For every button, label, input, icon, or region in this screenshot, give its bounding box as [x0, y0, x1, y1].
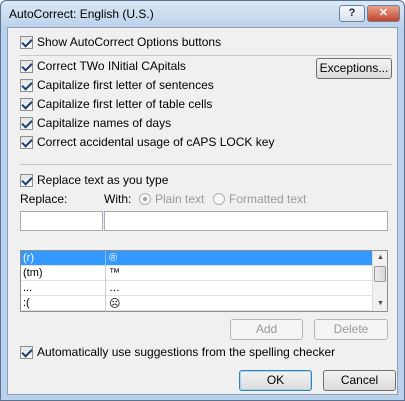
- entry-replace: ...: [23, 282, 33, 294]
- dialog-title: AutoCorrect: English (U.S.): [9, 7, 154, 21]
- formatted-text-radio[interactable]: [213, 193, 225, 205]
- checkbox-label: Capitalize names of days: [37, 116, 172, 130]
- plain-text-radio[interactable]: [139, 193, 151, 205]
- list-item[interactable]: ... …: [21, 281, 372, 296]
- column-divider: [105, 251, 106, 266]
- entry-with: …: [109, 282, 120, 294]
- with-input[interactable]: [104, 211, 388, 231]
- entry-replace: :(: [23, 297, 30, 309]
- cancel-button[interactable]: Cancel: [323, 370, 396, 391]
- formatted-text-label: Formatted text: [229, 192, 307, 206]
- checkbox-checked-icon[interactable]: [20, 97, 33, 111]
- autocorrect-entries-list[interactable]: (r) ® (tm) ™ ... … :( ☹ ▲ ▼: [20, 250, 388, 312]
- replace-label: Replace:: [20, 192, 68, 206]
- column-divider: [105, 266, 106, 281]
- checkbox-checked-icon[interactable]: [20, 135, 33, 149]
- entry-replace: (tm): [23, 267, 43, 279]
- exceptions-button[interactable]: Exceptions...: [316, 58, 392, 79]
- checkbox-checked-icon[interactable]: [20, 345, 33, 359]
- separator: [20, 55, 392, 56]
- delete-button[interactable]: Delete: [314, 319, 388, 340]
- checkbox-label: Correct accidental usage of cAPS LOCK ke…: [37, 135, 275, 149]
- list-item[interactable]: (tm) ™: [21, 266, 372, 281]
- checkbox-label: Show AutoCorrect Options buttons: [37, 35, 222, 49]
- checkbox-checked-icon[interactable]: [20, 35, 33, 49]
- entry-with: ®: [109, 252, 118, 264]
- autocorrect-dialog: AutoCorrect: English (U.S.) ? ✕ Show Aut…: [0, 0, 405, 401]
- entry-with: ™: [109, 267, 120, 279]
- column-divider: [105, 296, 106, 311]
- entry-with: ☹: [109, 298, 121, 310]
- replace-input[interactable]: [20, 211, 103, 231]
- checkbox-checked-icon[interactable]: [20, 59, 33, 73]
- checkbox-checked-icon[interactable]: [20, 78, 33, 92]
- spelling-suggestions-checkbox[interactable]: Automatically use suggestions from the s…: [20, 344, 335, 360]
- checkbox-checked-icon[interactable]: [20, 173, 33, 187]
- list-item[interactable]: :( ☹: [21, 296, 372, 311]
- separator: [20, 164, 392, 165]
- with-label: With:: [104, 192, 132, 206]
- checkbox-label: Replace text as you type: [37, 173, 169, 187]
- title-bar[interactable]: AutoCorrect: English (U.S.) ? ✕: [1, 1, 404, 27]
- checkbox-checked-icon[interactable]: [20, 116, 33, 130]
- column-divider: [105, 281, 106, 296]
- show-autocorrect-options-checkbox[interactable]: Show AutoCorrect Options buttons: [20, 34, 221, 50]
- checkbox-label: Automatically use suggestions from the s…: [37, 345, 336, 359]
- close-button[interactable]: ✕: [367, 5, 400, 22]
- entry-replace: (r): [23, 252, 34, 264]
- capitalize-sentences-checkbox[interactable]: Capitalize first letter of sentences: [20, 77, 214, 93]
- checkbox-label: Correct TWo INitial CApitals: [37, 59, 186, 73]
- checkbox-label: Capitalize first letter of table cells: [37, 97, 213, 111]
- add-button[interactable]: Add: [230, 319, 303, 340]
- help-button[interactable]: ?: [339, 5, 365, 22]
- replace-text-checkbox[interactable]: Replace text as you type: [20, 172, 168, 188]
- plain-text-label: Plain text: [155, 192, 205, 206]
- scroll-up-arrow-icon[interactable]: ▲: [373, 251, 387, 265]
- ok-button[interactable]: OK: [239, 370, 312, 391]
- capitalize-table-cells-checkbox[interactable]: Capitalize first letter of table cells: [20, 96, 212, 112]
- checkbox-label: Capitalize first letter of sentences: [37, 78, 214, 92]
- capitalize-days-checkbox[interactable]: Capitalize names of days: [20, 115, 171, 131]
- list-scrollbar[interactable]: ▲ ▼: [372, 251, 387, 311]
- dialog-body: Show AutoCorrect Options buttons Correct…: [7, 27, 398, 395]
- correct-caps-lock-checkbox[interactable]: Correct accidental usage of cAPS LOCK ke…: [20, 134, 274, 150]
- list-item[interactable]: (r) ®: [21, 251, 372, 266]
- scroll-down-arrow-icon[interactable]: ▼: [373, 297, 387, 311]
- correct-two-initial-capitals-checkbox[interactable]: Correct TWo INitial CApitals: [20, 58, 186, 74]
- scroll-thumb[interactable]: [374, 266, 386, 282]
